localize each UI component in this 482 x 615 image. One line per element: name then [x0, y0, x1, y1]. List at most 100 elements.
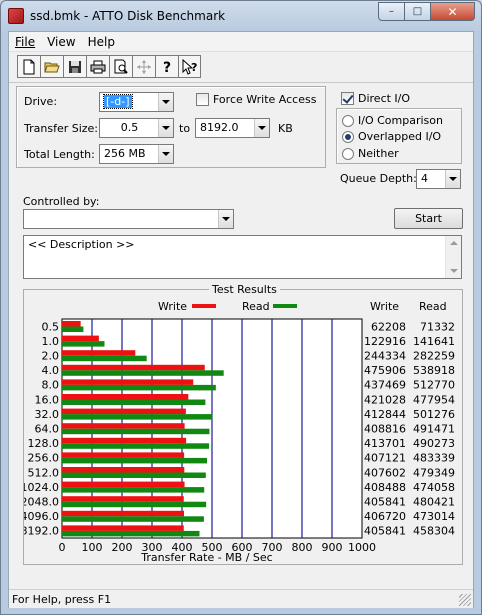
menu-view[interactable]: View [41, 35, 81, 49]
write-value: 244334 [364, 350, 406, 363]
total-length-select[interactable]: 256 MB [99, 144, 174, 164]
read-bar [62, 326, 84, 332]
category-label: 512.0 [28, 466, 60, 479]
new-file-icon[interactable] [17, 55, 40, 78]
write-bar [62, 321, 81, 327]
description-text: << Description >> [28, 238, 135, 251]
scroll-down-icon[interactable] [450, 269, 458, 273]
category-label: 0.5 [42, 320, 60, 333]
transfer-size-to-select[interactable]: 8192.0 [195, 118, 270, 138]
legend-write-label: Write [158, 300, 187, 313]
read-value: 483339 [413, 452, 455, 465]
chevron-down-icon[interactable] [158, 93, 173, 111]
x-tick-label: 100 [82, 541, 103, 554]
read-value: 141641 [413, 335, 455, 348]
transfer-unit-label: KB [278, 122, 293, 135]
drive-value: [-d-] [103, 94, 133, 109]
read-value: 458304 [413, 525, 455, 538]
write-value: 122916 [364, 335, 406, 348]
write-bar [62, 467, 185, 473]
read-value: 480421 [413, 496, 455, 509]
status-text: For Help, press F1 [12, 593, 112, 606]
write-bar [62, 437, 187, 444]
transfer-size-from-value: 0.5 [120, 121, 139, 134]
title-bar[interactable]: ssd.bmk - ATTO Disk Benchmark – □ ✕ [1, 1, 481, 31]
force-write-checkbox[interactable] [196, 93, 209, 106]
category-label: 32.0 [35, 408, 60, 421]
description-scrollbar[interactable] [445, 236, 461, 278]
category-label: 4.0 [42, 364, 60, 377]
transfer-size-from-select[interactable]: 0.5 [99, 118, 174, 138]
read-bar [62, 341, 105, 347]
menu-help[interactable]: Help [82, 35, 121, 49]
queue-depth-select[interactable]: 4 [416, 169, 461, 189]
results-chart: Write Read Write Read Transfer Rate - MB… [24, 300, 455, 564]
overlapped-io-radio[interactable] [342, 131, 354, 143]
transfer-size-label: Transfer Size: [24, 122, 99, 135]
io-comparison-label: I/O Comparison [358, 114, 443, 127]
write-value: 421028 [364, 393, 406, 406]
window-title: ssd.bmk - ATTO Disk Benchmark [30, 9, 226, 23]
help-icon[interactable]: ? [155, 55, 178, 78]
direct-io-checkbox[interactable] [341, 92, 354, 105]
app-window: ssd.bmk - ATTO Disk Benchmark – □ ✕ File… [0, 0, 482, 615]
category-label: 8192.0 [24, 525, 59, 538]
read-bar [62, 501, 207, 508]
print-icon[interactable] [86, 55, 109, 78]
read-value: 479349 [413, 466, 455, 479]
x-tick-label: 900 [322, 541, 343, 554]
write-value: 405841 [364, 525, 406, 538]
category-label: 8.0 [42, 379, 60, 392]
context-help-icon[interactable]: ? [178, 55, 201, 78]
write-bar [62, 379, 194, 385]
status-bar: For Help, press F1 [9, 589, 473, 608]
minimize-button[interactable]: – [378, 2, 405, 21]
drive-select[interactable]: [-d-] [99, 92, 174, 112]
category-label: 4096.0 [24, 510, 59, 523]
x-tick-label: 0 [59, 541, 66, 554]
drive-label: Drive: [24, 95, 58, 108]
resize-grip[interactable] [459, 594, 471, 606]
read-value: 71332 [420, 320, 455, 333]
x-tick-label: 500 [202, 541, 223, 554]
chevron-down-icon[interactable] [158, 145, 173, 163]
write-bar [62, 335, 99, 342]
x-tick-label: 1000 [348, 541, 376, 554]
controlled-by-select[interactable] [23, 209, 234, 229]
write-bar [62, 364, 205, 371]
write-bar [62, 481, 185, 488]
print-preview-icon[interactable] [109, 55, 132, 78]
write-value: 412844 [364, 408, 406, 421]
neither-radio[interactable] [342, 148, 354, 160]
save-icon[interactable] [63, 55, 86, 78]
read-value: 474058 [413, 481, 455, 494]
x-tick-label: 200 [112, 541, 133, 554]
write-bar [62, 452, 185, 458]
x-tick-label: 300 [142, 541, 163, 554]
svg-text:?: ? [191, 61, 197, 74]
write-value: 405841 [364, 496, 406, 509]
write-bar [62, 510, 185, 517]
open-folder-icon[interactable] [40, 55, 63, 78]
description-box[interactable]: << Description >> [23, 235, 462, 279]
write-value: 475906 [364, 364, 406, 377]
move-icon[interactable] [132, 55, 155, 78]
category-label: 256.0 [28, 452, 60, 465]
start-button[interactable]: Start [394, 208, 463, 229]
maximize-button[interactable]: □ [405, 2, 431, 21]
chevron-down-icon[interactable] [158, 119, 173, 137]
read-value: 477954 [413, 393, 455, 406]
chevron-down-icon[interactable] [218, 210, 233, 228]
close-button[interactable]: ✕ [431, 2, 475, 21]
controlled-by-label: Controlled by: [23, 195, 100, 208]
write-value: 413701 [364, 437, 406, 450]
chevron-down-icon[interactable] [254, 119, 269, 137]
chevron-down-icon[interactable] [445, 170, 460, 188]
io-comparison-radio[interactable] [342, 115, 354, 127]
menu-bar: File View Help [9, 32, 473, 52]
read-bar [62, 530, 200, 537]
read-bar [62, 457, 208, 464]
scroll-up-icon[interactable] [450, 241, 458, 245]
menu-file[interactable]: File [9, 35, 41, 49]
read-value: 473014 [413, 510, 455, 523]
